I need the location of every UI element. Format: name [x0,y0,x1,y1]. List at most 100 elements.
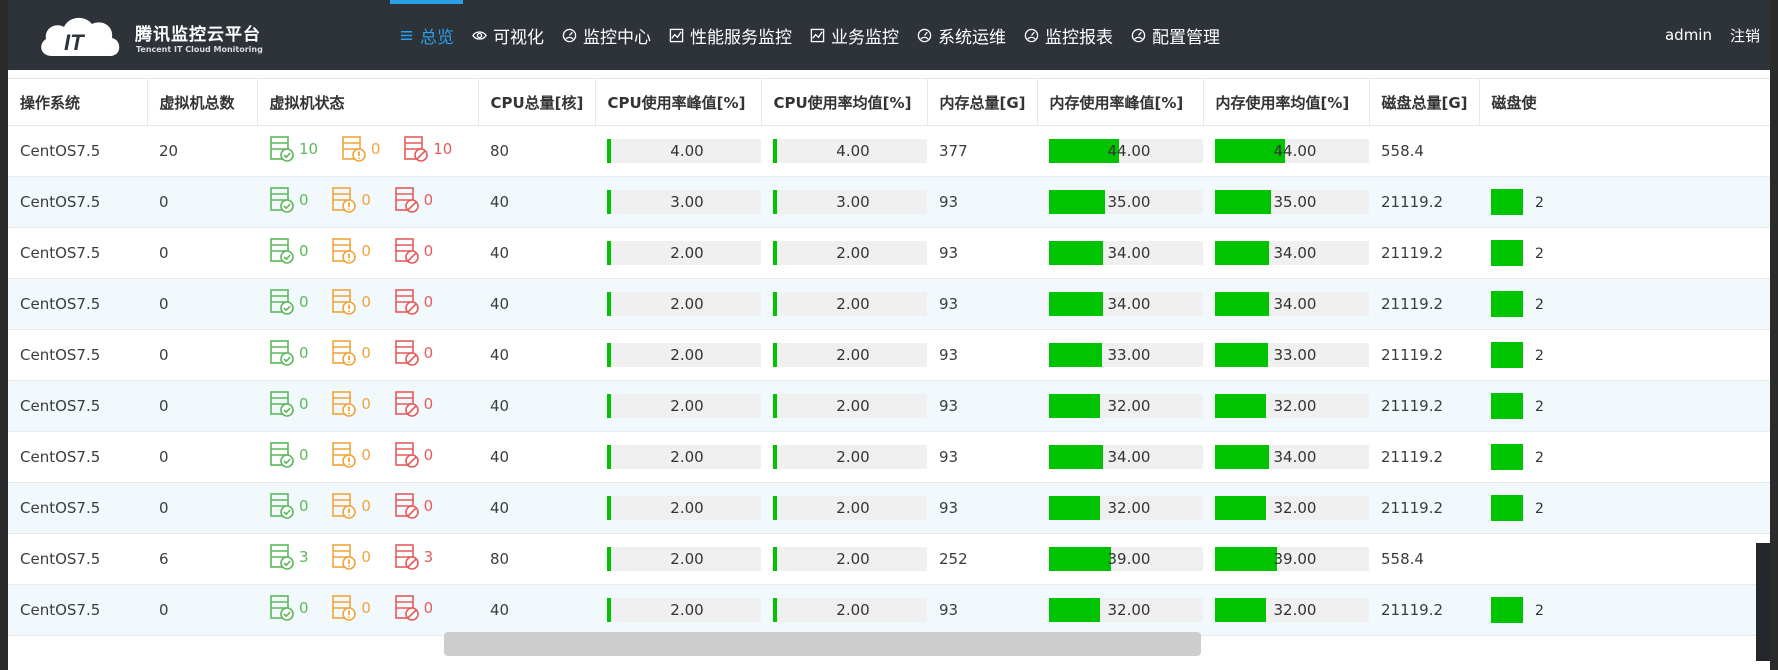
usage-value: 33.00 [1107,346,1151,364]
usage-bar: 34.00 [1215,241,1369,265]
vm-running-status[interactable]: 0 [269,288,309,316]
vm-running-status[interactable]: 0 [269,594,309,622]
nav-item-5[interactable]: 系统运维 [908,0,1015,70]
column-header[interactable]: 虚拟机状态 [257,78,479,126]
vm-error-status[interactable]: 0 [394,186,433,214]
table-row[interactable]: CentOS7.5 0 0 0 0 40 2.00 2.00 93 34.00 [8,227,1770,279]
vm-running-status[interactable]: 10 [269,135,318,163]
vm-warning-status[interactable]: 0 [331,543,371,571]
table-row[interactable]: CentOS7.5 6 3 0 3 80 2.00 2.00 252 39.00 [8,533,1770,585]
disk-usage-value: 2 [1535,500,1544,517]
disk-usage-value: 2 [1535,602,1544,619]
vm-ok-icon [270,238,294,264]
os-cell: CentOS7.5 [8,482,147,534]
nav-item-7[interactable]: 配置管理 [1122,0,1229,70]
usage-bar: 2.00 [607,598,761,622]
nav-item-0[interactable]: 总览 [390,0,463,70]
mem-total-cell: 93 [927,584,1037,636]
logout-link[interactable]: 注销 [1730,25,1760,46]
table-row[interactable]: CentOS7.5 20 10 0 10 80 4.00 4.00 377 44… [8,125,1770,177]
vm-error-status[interactable]: 0 [394,594,433,622]
nav-item-label: 监控报表 [1045,27,1113,48]
nav-item-label: 配置管理 [1152,27,1220,48]
vm-state-cell: 0 0 0 [257,380,478,432]
nav-item-1[interactable]: 可视化 [463,0,553,70]
nav-item-2[interactable]: 监控中心 [553,0,660,70]
vm-warning-status[interactable]: 0 [331,441,371,469]
vm-running-count: 0 [299,446,309,464]
usage-value: 44.00 [1273,142,1317,160]
nav-item-3[interactable]: 性能服务监控 [660,0,801,70]
vm-error-status[interactable]: 10 [403,135,452,163]
vm-error-status[interactable]: 0 [394,441,433,469]
column-header[interactable]: 磁盘使 [1479,78,1770,126]
usage-value: 2.00 [836,448,870,466]
column-header[interactable]: CPU总量[核] [478,78,596,126]
usage-bar: 2.00 [773,496,927,520]
vm-warning-status[interactable]: 0 [331,186,371,214]
table-row[interactable]: CentOS7.5 0 0 0 0 40 2.00 2.00 93 32.00 [8,584,1770,636]
vm-running-status[interactable]: 3 [269,543,309,571]
table-body: CentOS7.5 20 10 0 10 80 4.00 4.00 377 44… [8,125,1770,636]
vm-warn-icon [332,595,357,621]
table-row[interactable]: CentOS7.5 0 0 0 0 40 3.00 3.00 93 35.00 [8,176,1770,228]
table-row[interactable]: CentOS7.5 0 0 0 0 40 2.00 2.00 93 33.00 [8,329,1770,381]
nav-item-6[interactable]: 监控报表 [1015,0,1122,70]
username[interactable]: admin [1665,26,1712,44]
column-header[interactable]: 内存使用率均值[%] [1203,78,1370,126]
column-header[interactable]: 磁盘总量[G] [1369,78,1480,126]
vm-error-status[interactable]: 0 [394,390,433,418]
vm-warning-status[interactable]: 0 [331,594,371,622]
column-header[interactable]: 操作系统 [8,78,148,126]
vm-state-cell: 0 0 0 [257,584,478,636]
vm-warning-count: 0 [361,191,371,209]
nav-item-4[interactable]: 业务监控 [801,0,908,70]
vm-running-status[interactable]: 0 [269,237,309,265]
vm-error-status[interactable]: 0 [394,492,433,520]
column-header[interactable]: CPU使用率峰值[%] [595,78,762,126]
vertical-scrollbar-thumb[interactable] [1756,543,1770,661]
cpu-total-cell: 40 [478,584,595,636]
vm-warning-count: 0 [361,497,371,515]
vm-warn-icon [332,187,357,213]
usage-value: 2.00 [836,244,870,262]
vm-running-status[interactable]: 0 [269,186,309,214]
cpu-peak-cell: 2.00 [595,533,761,585]
disk-usage-cell [1479,125,1770,177]
vm-error-status[interactable]: 0 [394,237,433,265]
vm-error-status[interactable]: 3 [394,543,433,571]
vm-ok-icon [270,391,294,417]
vm-state-cell: 0 0 0 [257,329,478,381]
vm-warning-status[interactable]: 0 [331,288,371,316]
usage-bar: 2.00 [607,496,761,520]
vm-warning-status[interactable]: 0 [331,339,371,367]
table-row[interactable]: CentOS7.5 0 0 0 0 40 2.00 2.00 93 34.00 [8,431,1770,483]
column-header[interactable]: 内存总量[G] [927,78,1038,126]
vm-running-count: 0 [299,344,309,362]
vm-warning-status[interactable]: 0 [341,135,380,163]
vm-running-status[interactable]: 0 [269,441,309,469]
os-cell: CentOS7.5 [8,584,147,636]
vm-warning-status[interactable]: 0 [331,492,371,520]
mem-avg-cell: 34.00 [1203,278,1369,330]
column-header[interactable]: CPU使用率均值[%] [761,78,928,126]
brand-logo[interactable]: IT 腾讯监控云平台 Tencent IT Cloud Monitoring [38,14,298,58]
vm-running-status[interactable]: 0 [269,492,309,520]
column-header[interactable]: 虚拟机总数 [147,78,258,126]
horizontal-scrollbar[interactable] [444,632,1201,656]
column-header[interactable]: 内存使用率峰值[%] [1037,78,1204,126]
vm-warning-status[interactable]: 0 [331,390,371,418]
vm-error-status[interactable]: 0 [394,288,433,316]
vm-error-status[interactable]: 0 [394,339,433,367]
usage-value: 2.00 [836,397,870,415]
disk-total-cell: 21119.2 [1369,431,1479,483]
table-row[interactable]: CentOS7.5 0 0 0 0 40 2.00 2.00 93 32.00 [8,482,1770,534]
vm-running-count: 0 [299,497,309,515]
cpu-total-cell: 40 [478,176,595,228]
vm-running-status[interactable]: 0 [269,390,309,418]
table-row[interactable]: CentOS7.5 0 0 0 0 40 2.00 2.00 93 32.00 [8,380,1770,432]
usage-value: 32.00 [1273,601,1317,619]
vm-running-status[interactable]: 0 [269,339,309,367]
table-row[interactable]: CentOS7.5 0 0 0 0 40 2.00 2.00 93 34.00 [8,278,1770,330]
vm-warning-status[interactable]: 0 [331,237,371,265]
